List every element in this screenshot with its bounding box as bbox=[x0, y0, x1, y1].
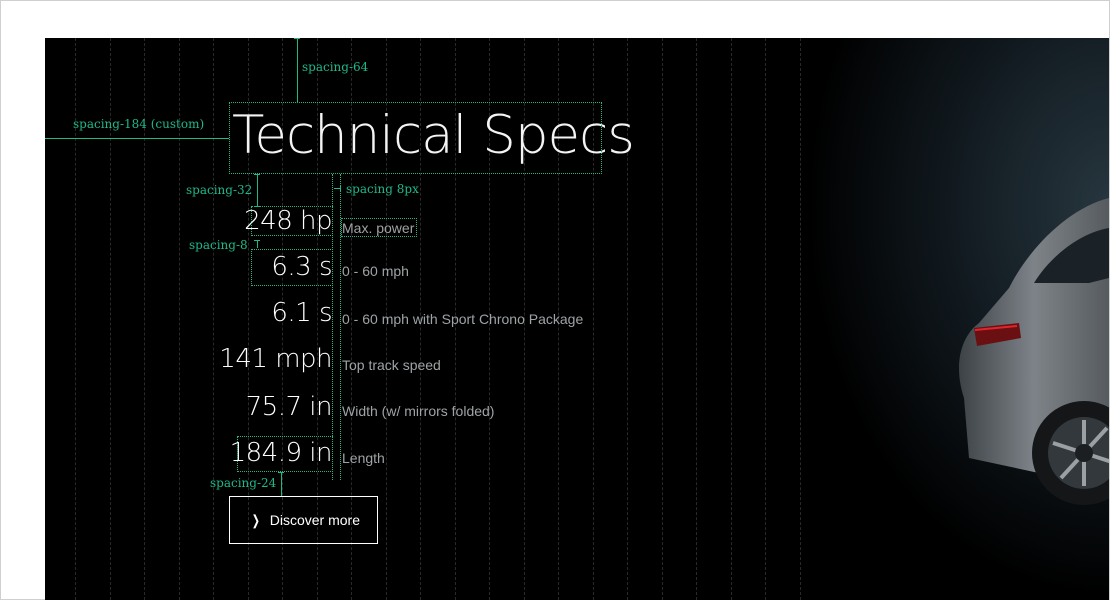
spec-label-0-60: 0 - 60 mph bbox=[342, 263, 409, 279]
spec-label-top-speed: Top track speed bbox=[342, 357, 441, 373]
spacing-64-marker bbox=[297, 38, 298, 102]
spacing-32-marker bbox=[257, 174, 258, 206]
spacing-24-tick bbox=[278, 472, 284, 473]
grid-guide-line bbox=[731, 38, 732, 600]
grid-guide-line bbox=[800, 38, 801, 600]
value-spec-box bbox=[251, 206, 333, 236]
discover-more-label: Discover more bbox=[269, 512, 360, 528]
spacing-184-label: spacing-184 (custom) bbox=[73, 117, 205, 131]
technical-specs-section: Technical Specs 248 hp Max. power 6.3 s … bbox=[45, 38, 1109, 600]
spacing-8-tick bbox=[254, 240, 260, 241]
grid-guide-line bbox=[765, 38, 766, 600]
spec-value-0-60-sport-chrono: 6.1 s bbox=[271, 298, 332, 328]
spec-label-0-60-sport-chrono: 0 - 60 mph with Sport Chrono Package bbox=[342, 311, 584, 327]
row-spec-box bbox=[251, 249, 333, 286]
spec-value-top-speed: 141 mph bbox=[219, 344, 332, 374]
spacing-32-tick-bottom bbox=[254, 206, 260, 207]
spacing-32-label: spacing-32 bbox=[186, 183, 253, 197]
value-column-guide bbox=[332, 174, 333, 480]
chevron-right-icon: ❯ bbox=[251, 512, 260, 528]
label-spec-box bbox=[341, 218, 417, 237]
spacing-8px-tick bbox=[340, 185, 341, 191]
spec-label-length: Length bbox=[342, 450, 385, 466]
spec-value-width: 75.7 in bbox=[245, 392, 333, 422]
last-value-spec-box bbox=[237, 436, 333, 472]
label-column-guide bbox=[340, 174, 341, 480]
spacing-184-marker bbox=[45, 138, 229, 139]
spacing-32-tick-top bbox=[254, 174, 260, 175]
car-image bbox=[959, 198, 1109, 505]
spacing-24-label: spacing-24 bbox=[210, 476, 277, 490]
spacing-24-marker bbox=[281, 472, 282, 496]
grid-guide-line bbox=[662, 38, 663, 600]
spec-label-width: Width (w/ mirrors folded) bbox=[342, 403, 495, 419]
discover-more-button[interactable]: ❯ Discover more bbox=[229, 496, 378, 544]
spacing-8-marker bbox=[257, 240, 258, 248]
spacing-64-label: spacing-64 bbox=[302, 60, 369, 74]
title-spec-box bbox=[229, 102, 602, 174]
grid-guide-line bbox=[696, 38, 697, 600]
spacing-8-label: spacing-8 bbox=[189, 238, 248, 252]
spacing-8px-label: spacing 8px bbox=[346, 182, 419, 196]
spacing-64-tick bbox=[294, 38, 300, 39]
